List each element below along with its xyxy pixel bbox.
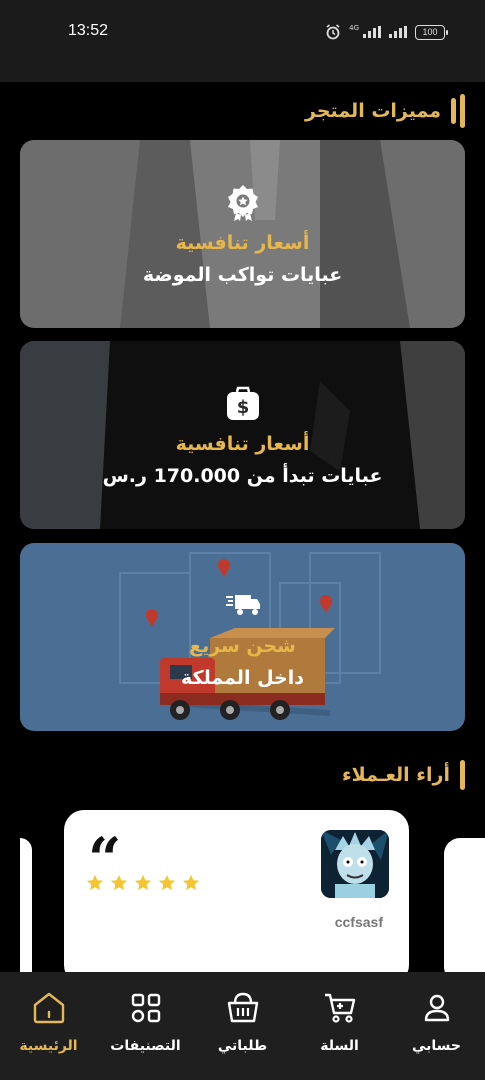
nav-item-home[interactable]: الرئيسية xyxy=(0,972,97,1080)
status-time: 13:52 xyxy=(68,22,109,39)
features-section-header: مميزات المتجر xyxy=(305,94,465,128)
card-subtitle: عبايات تبدأ من 170.000 ر.س xyxy=(102,465,383,487)
star-icon xyxy=(86,874,104,891)
card-content: شحن سريع داخل المملكة xyxy=(20,543,465,731)
battery-icon: 100 xyxy=(415,24,448,40)
section-accent-bars xyxy=(451,94,465,128)
card-title: أسعار تنافسية xyxy=(175,232,310,254)
signal-icon xyxy=(363,26,381,38)
review-card-peek-right[interactable] xyxy=(444,838,485,983)
card-title: أسعار تنافسية xyxy=(175,433,310,455)
feature-card-starting-price[interactable]: $ أسعار تنافسية عبايات تبدأ من 170.000 ر… xyxy=(20,341,465,529)
star-icon xyxy=(110,874,128,891)
basket-icon xyxy=(227,992,258,1023)
fast-shipping-icon xyxy=(225,595,260,615)
nav-label: التصنيفات xyxy=(110,1038,181,1054)
alarm-icon xyxy=(326,24,340,40)
nav-item-categories[interactable]: التصنيفات xyxy=(97,972,194,1080)
reviews-section-header: أراء العـملاء xyxy=(342,760,465,790)
star-rating xyxy=(86,874,200,892)
network-type-label: 4G xyxy=(349,24,359,32)
nav-item-account[interactable]: حسابي xyxy=(388,972,485,1080)
svg-text:$: $ xyxy=(236,397,249,418)
reviewer-name: ccfsasf xyxy=(334,914,383,930)
status-icons: 4G 100 xyxy=(325,24,448,40)
reviews-section-title: أراء العـملاء xyxy=(341,764,450,786)
home-icon xyxy=(33,992,64,1024)
feature-card-fast-shipping[interactable]: شحن سريع داخل المملكة xyxy=(20,543,465,731)
nav-label: حسابي xyxy=(412,1038,462,1054)
nav-label: السلة xyxy=(320,1038,359,1054)
star-icon xyxy=(158,874,176,891)
card-subtitle: داخل المملكة xyxy=(181,667,304,689)
bottom-nav: حسابي السلة طلباتي التصنيفات الرئيسية xyxy=(0,972,485,1080)
nav-item-cart[interactable]: السلة xyxy=(291,972,388,1080)
signal-icon-2 xyxy=(389,26,407,38)
card-content: أسعار تنافسية عبايات تواكب الموضة xyxy=(20,140,465,328)
star-icon xyxy=(182,874,200,891)
cart-icon xyxy=(324,993,355,1023)
card-content: $ أسعار تنافسية عبايات تبدأ من 170.000 ر… xyxy=(20,341,465,529)
status-bar: 13:52 4G 100 xyxy=(0,0,485,82)
user-icon xyxy=(424,994,449,1022)
nav-label: الرئيسية xyxy=(19,1038,78,1054)
grid-icon xyxy=(131,993,160,1023)
star-icon xyxy=(134,874,152,891)
money-bag-icon: $ xyxy=(226,386,259,420)
card-title: شحن سريع xyxy=(189,635,296,657)
features-section-title: مميزات المتجر xyxy=(305,100,441,122)
nav-item-orders[interactable]: طلباتي xyxy=(194,972,291,1080)
nav-label: طلباتي xyxy=(217,1038,268,1054)
feature-card-competitive-prices[interactable]: أسعار تنافسية عبايات تواكب الموضة xyxy=(20,140,465,328)
avatar xyxy=(321,830,389,898)
award-badge-icon xyxy=(227,185,258,221)
card-subtitle: عبايات تواكب الموضة xyxy=(142,264,343,286)
section-accent-bar xyxy=(460,760,465,790)
review-card-peek-left[interactable] xyxy=(20,838,32,983)
review-card[interactable]: “ ccfsasf xyxy=(64,810,409,985)
